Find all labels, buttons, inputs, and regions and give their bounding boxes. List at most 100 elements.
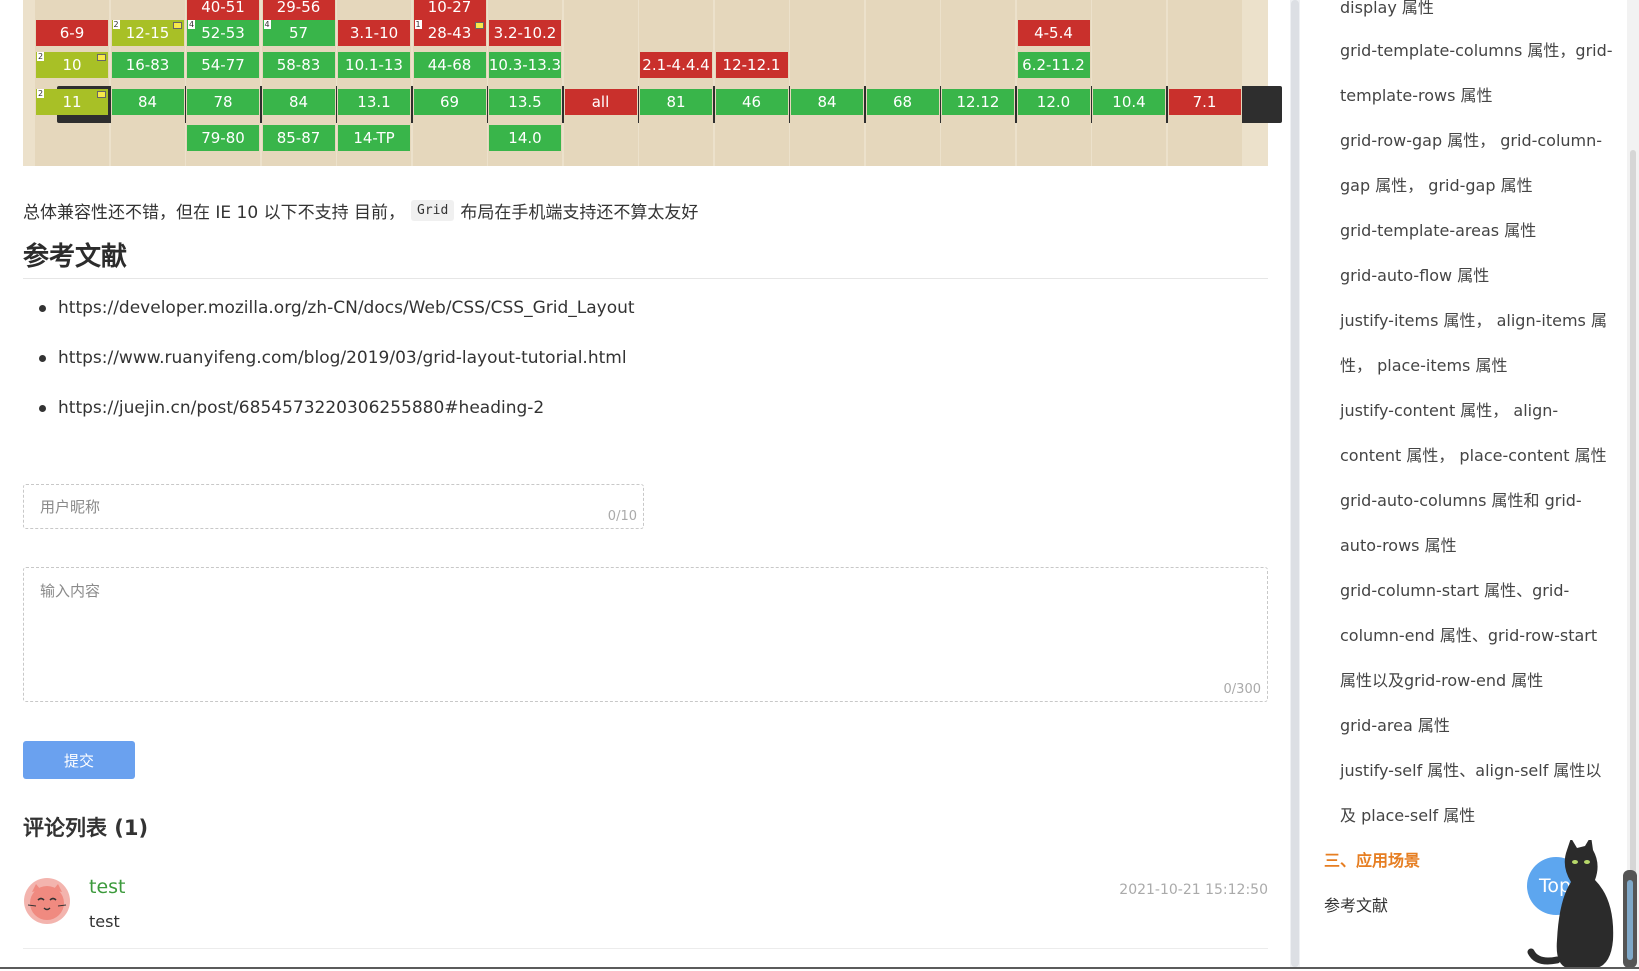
compat-version-cell[interactable]: 12.12 xyxy=(942,89,1014,115)
compat-version-cell[interactable]: 84 xyxy=(791,89,863,115)
compat-version-cell[interactable]: 10-27 xyxy=(413,0,486,20)
compat-version-cell[interactable]: 11 2 xyxy=(36,89,108,115)
compat-version-cell[interactable]: 4-5.4 xyxy=(1017,20,1090,46)
compat-version-label: 52-53 xyxy=(201,24,245,42)
comment-divider xyxy=(23,948,1268,949)
compat-version-cell[interactable]: 40-51 xyxy=(187,0,259,20)
toc-item[interactable]: grid-auto-columns 属性和 grid- xyxy=(1340,491,1582,511)
toc-item[interactable]: 属性以及grid-row-end 属性 xyxy=(1340,671,1543,691)
compat-summary: 总体兼容性还不错，但在 IE 10 以下不支持 目前， Grid 布局在手机端支… xyxy=(23,198,698,223)
compat-version-label: 4-5.4 xyxy=(1034,24,1073,42)
compat-version-cell[interactable]: 44-68 xyxy=(413,52,486,78)
compat-version-cell[interactable]: 68 xyxy=(866,89,939,115)
compat-version-cell[interactable]: 3.2-10.2 xyxy=(489,20,561,46)
compat-version-cell[interactable]: 10.1-13 xyxy=(338,52,410,78)
compat-version-cell[interactable]: 10 2 xyxy=(36,52,108,78)
compat-version-cell[interactable]: 52-53 4 xyxy=(187,20,259,46)
reference-link[interactable]: https://developer.mozilla.org/zh-CN/docs… xyxy=(58,298,635,318)
comment-username[interactable]: test xyxy=(89,876,126,898)
toc-item[interactable]: grid-template-areas 属性 xyxy=(1340,221,1536,241)
compat-version-cell[interactable]: 6-9 xyxy=(36,20,108,46)
compat-version-cell[interactable]: 57 4 xyxy=(262,20,335,46)
compat-version-label: 40-51 xyxy=(201,0,245,16)
toc-item[interactable]: auto-rows 属性 xyxy=(1340,536,1457,556)
compat-version-cell[interactable]: 14-TP xyxy=(338,125,410,151)
toc-scrollbar[interactable] xyxy=(1627,0,1639,967)
toc-item[interactable]: justify-items 属性， align-items 属 xyxy=(1340,311,1607,331)
compat-version-cell[interactable]: 14.0 xyxy=(489,125,561,151)
compat-version-label: 14-TP xyxy=(353,129,395,147)
toc-item[interactable]: column-end 属性、grid-row-start xyxy=(1340,626,1597,646)
compat-version-label: 79-80 xyxy=(201,129,245,147)
comment-content-wrapper: 0/300 xyxy=(23,567,1268,702)
compat-version-cell[interactable]: 84 xyxy=(111,89,184,115)
compat-version-cell[interactable]: 3.1-10 xyxy=(338,20,410,46)
compat-version-label: 11 xyxy=(62,93,82,111)
toc-item[interactable]: grid-area 属性 xyxy=(1340,716,1450,736)
nickname-char-counter: 0/10 xyxy=(607,509,637,524)
compat-note-marker: 2 xyxy=(37,52,45,61)
comments-title: 评论列表 (1) xyxy=(23,816,149,840)
compat-version-cell[interactable]: 6.2-11.2 xyxy=(1017,52,1090,78)
compat-version-label: 85-87 xyxy=(276,129,321,147)
compat-version-label: 14.0 xyxy=(508,129,542,147)
bottom-border xyxy=(0,967,1639,969)
compat-version-label: 13.5 xyxy=(508,93,542,111)
compat-version-cell[interactable]: 28-43 1 xyxy=(413,20,486,46)
toc-item[interactable]: gap 属性， grid-gap 属性 xyxy=(1340,176,1533,196)
compat-version-cell[interactable]: 85-87 xyxy=(262,125,335,151)
compat-version-cell[interactable]: 13.5 xyxy=(489,89,561,115)
toc-item[interactable]: display 属性 xyxy=(1340,0,1434,18)
compat-version-cell[interactable]: 54-77 xyxy=(187,52,259,78)
compat-version-label: 12.0 xyxy=(1036,93,1071,111)
toc-item[interactable]: grid-row-gap 属性， grid-column- xyxy=(1340,131,1602,151)
compat-version-cell[interactable]: 29-56 xyxy=(262,0,335,20)
toc-item[interactable]: template-rows 属性 xyxy=(1340,86,1493,106)
toc-item[interactable]: grid-auto-flow 属性 xyxy=(1340,266,1489,286)
compat-version-cell[interactable]: 10.3-13.3 xyxy=(489,52,561,78)
compat-version-cell[interactable]: 69 xyxy=(413,89,486,115)
heading-divider xyxy=(23,278,1268,279)
compat-version-cell[interactable]: 78 xyxy=(187,89,259,115)
compat-version-label: 12-12.1 xyxy=(722,56,781,74)
compat-version-cell[interactable]: 12-12.1 xyxy=(715,52,788,78)
references-heading: 参考文献 xyxy=(23,242,128,272)
toc-item-references[interactable]: 参考文献 xyxy=(1324,896,1388,916)
toc-item[interactable]: justify-self 属性、align-self 属性以 xyxy=(1340,761,1601,781)
compat-version-cell[interactable]: 84 xyxy=(262,89,335,115)
nickname-input[interactable] xyxy=(24,485,556,528)
compat-version-cell[interactable]: 2.1-4.4.4 xyxy=(640,52,712,78)
compat-version-cell[interactable]: 12.0 xyxy=(1017,89,1090,115)
compat-version-cell[interactable]: 81 xyxy=(640,89,712,115)
compat-version-cell[interactable]: 46 xyxy=(715,89,788,115)
compat-version-label: 10 xyxy=(62,56,82,74)
toc-item[interactable]: justify-content 属性， align- xyxy=(1340,401,1558,421)
toc-item[interactable]: content 属性， place-content 属性 xyxy=(1340,446,1607,466)
submit-button[interactable]: 提交 xyxy=(23,741,135,779)
main-scrollbar[interactable] xyxy=(1290,0,1300,967)
compat-version-cell[interactable]: 12-15 2 xyxy=(111,20,184,46)
compat-version-label: 44-68 xyxy=(427,56,472,74)
nickname-field-wrapper: 0/10 xyxy=(23,484,644,529)
comment-body: test xyxy=(89,912,120,931)
compat-version-label: 6.2-11.2 xyxy=(1022,56,1085,74)
toc-item[interactable]: 及 place-self 属性 xyxy=(1340,806,1475,826)
compat-version-cell[interactable]: 7.1 xyxy=(1168,89,1241,115)
reference-link[interactable]: https://www.ruanyifeng.com/blog/2019/03/… xyxy=(58,348,627,368)
toc-item[interactable]: grid-template-columns 属性，grid- xyxy=(1340,41,1613,61)
compat-version-cell[interactable]: 13.1 xyxy=(338,89,410,115)
compat-version-cell[interactable]: 10.4 xyxy=(1093,89,1165,115)
compat-version-cell[interactable]: 79-80 xyxy=(187,125,259,151)
compat-version-label: 78 xyxy=(213,93,233,111)
toc-item[interactable]: 性， place-items 属性 xyxy=(1340,356,1507,376)
toc-section-active[interactable]: 三、应用场景 xyxy=(1324,851,1420,871)
toc-item[interactable]: grid-column-start 属性、grid- xyxy=(1340,581,1569,601)
compat-version-cell[interactable]: 16-83 xyxy=(111,52,184,78)
compat-summary-text-after: 布局在手机端支持还不算太友好 xyxy=(460,203,699,223)
comment-content-input[interactable] xyxy=(24,568,1236,702)
reference-link[interactable]: https://juejin.cn/post/68545732203062558… xyxy=(58,398,544,418)
compat-column xyxy=(941,0,1015,166)
compat-version-cell[interactable]: all xyxy=(564,89,637,115)
compat-version-cell[interactable]: 58-83 xyxy=(262,52,335,78)
main-scrollbar-thumb[interactable] xyxy=(1291,0,1299,967)
